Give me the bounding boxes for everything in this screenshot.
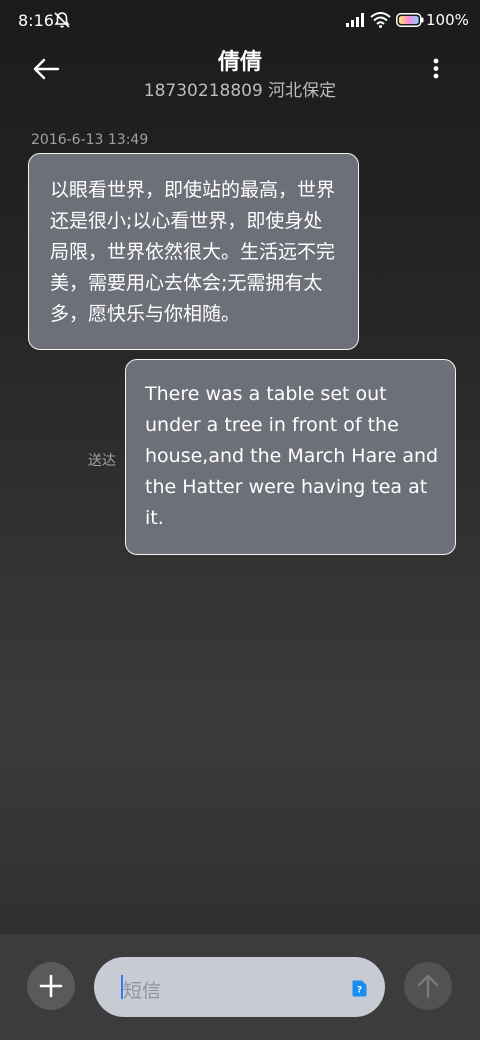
battery-percentage: 100% xyxy=(426,11,469,29)
mute-bell-icon xyxy=(54,12,70,28)
contact-name: 倩倩 xyxy=(217,50,262,75)
sent-message-text: There was a table set out under a tree i… xyxy=(145,383,439,529)
more-vertical-icon[interactable] xyxy=(428,56,444,82)
plus-icon xyxy=(39,974,63,998)
delivery-status: 送达 xyxy=(88,453,116,469)
status-bar: 8:16 100% xyxy=(0,0,480,40)
arrow-up-icon xyxy=(417,974,439,999)
message-input-placeholder: 短信 xyxy=(123,980,162,1002)
status-time: 8:16 xyxy=(18,11,54,30)
add-attachment-button[interactable] xyxy=(27,962,75,1010)
svg-text:?: ? xyxy=(357,986,362,996)
signal-icon xyxy=(346,13,364,27)
contact-phone-location: 18730218809 河北保定 xyxy=(143,81,337,101)
received-message-bubble[interactable]: 以眼看世界，即使站的最高，世界还是很小;以心看世界，即使身处局限，世界依然很大。… xyxy=(28,153,359,350)
sent-message-bubble[interactable]: There was a table set out under a tree i… xyxy=(125,359,456,555)
message-timestamp: 2016-6-13 13:49 xyxy=(31,132,149,148)
battery-icon xyxy=(396,13,424,27)
received-message-text: 以眼看世界，即使站的最高，世界还是很小;以心看世界，即使身处局限，世界依然很大。… xyxy=(50,179,336,325)
sim-card-icon[interactable]: ? xyxy=(352,980,367,997)
wifi-icon xyxy=(370,12,391,28)
send-button[interactable] xyxy=(404,962,452,1010)
